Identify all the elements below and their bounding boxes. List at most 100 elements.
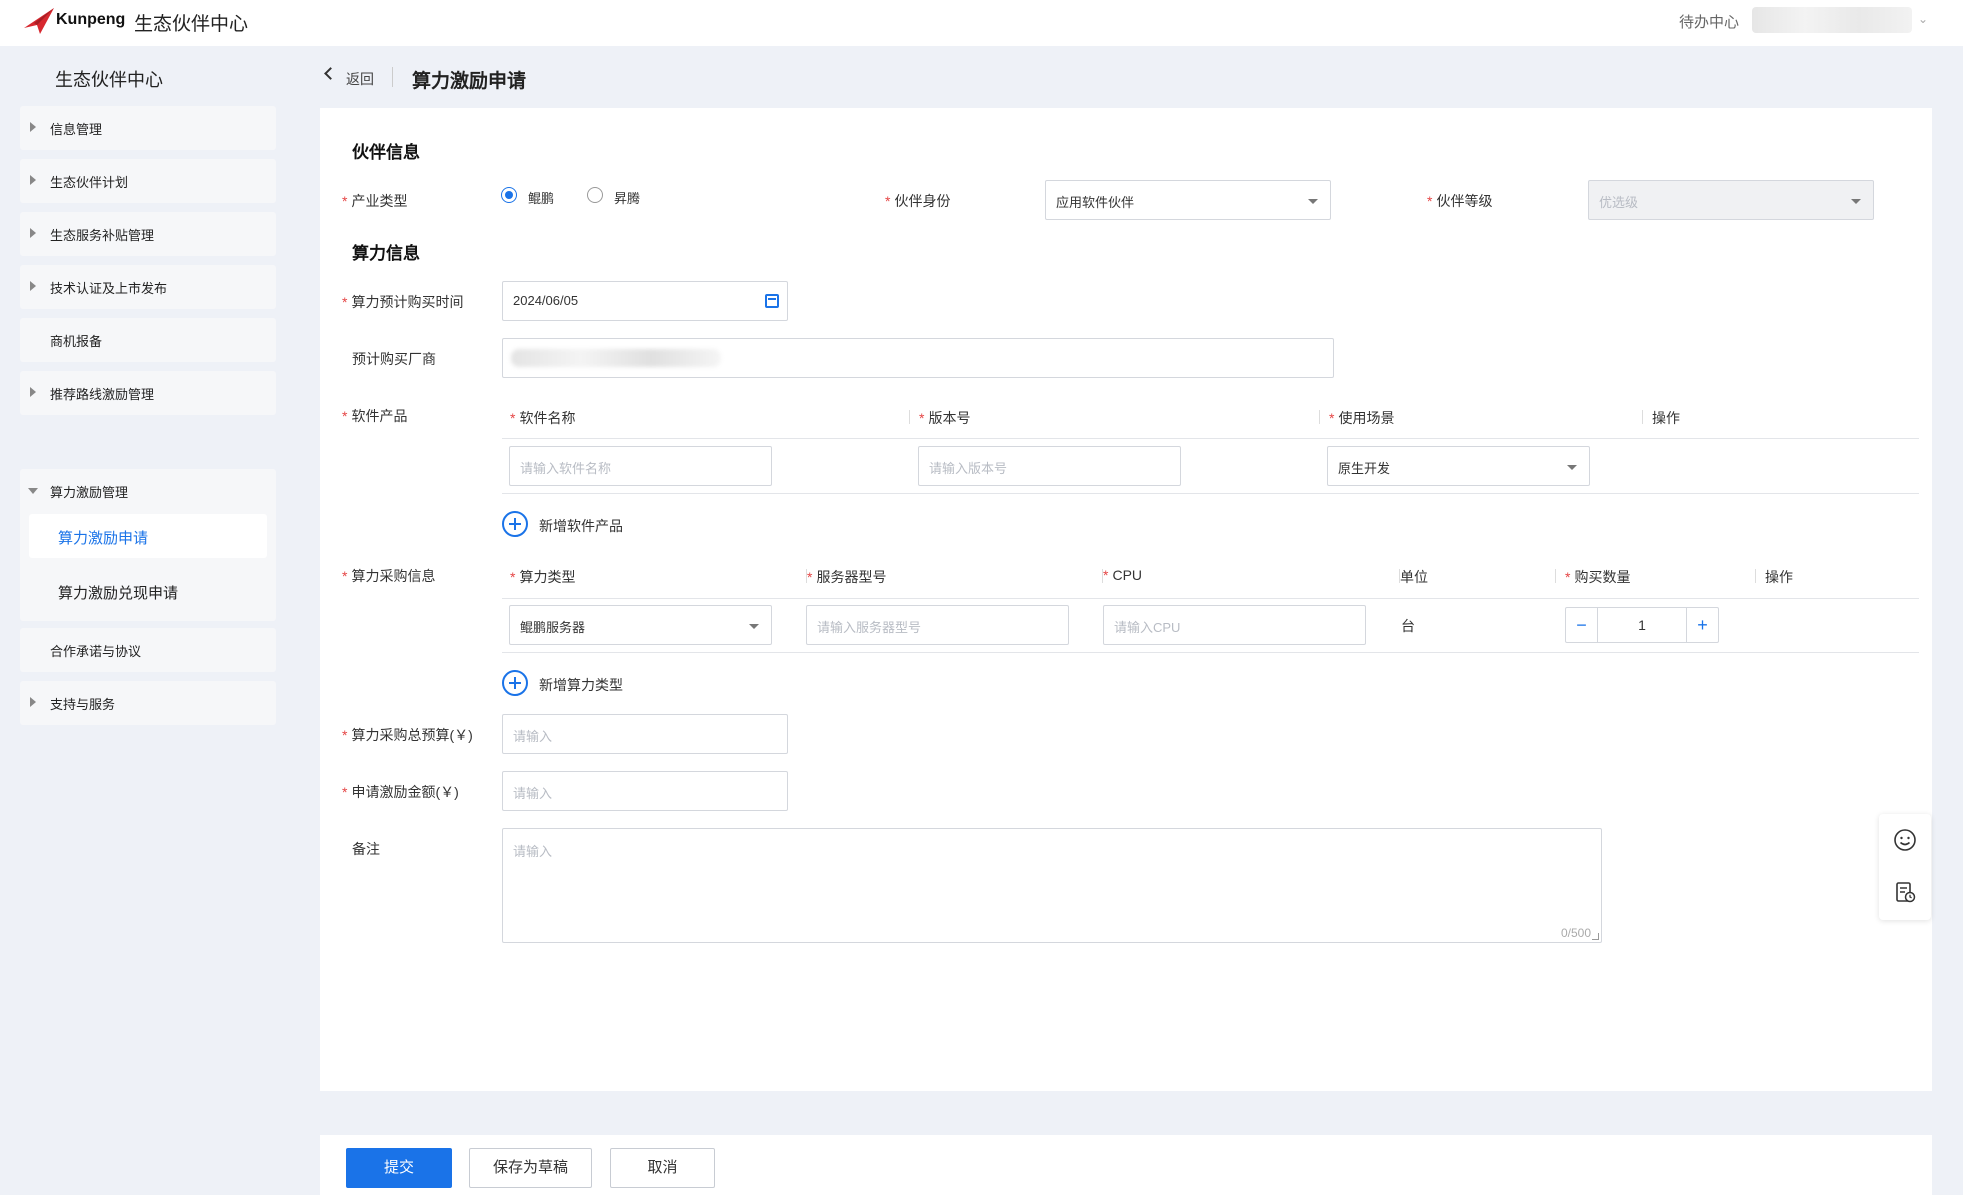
select-value: 鲲鹏服务器: [520, 620, 586, 635]
column-divider: [1755, 569, 1756, 583]
partner-identity-label: * 伙伴身份: [885, 191, 950, 211]
sidebar-item-agreements[interactable]: 合作承诺与协议: [20, 628, 276, 672]
industry-radio-ascend-label[interactable]: 昇腾: [614, 188, 640, 207]
placeholder: 请输入软件名称: [520, 461, 612, 476]
partner-identity-select[interactable]: 应用软件伙伴: [1045, 180, 1331, 220]
app-title[interactable]: 生态伙伴中心: [134, 9, 248, 36]
sidebar-item-subsidy-management[interactable]: 生态服务补贴管理: [20, 212, 276, 256]
placeholder: 请输入服务器型号: [817, 620, 922, 635]
column-header: 算力类型: [519, 569, 576, 585]
save-draft-button[interactable]: 保存为草稿: [469, 1148, 592, 1188]
caret-down-icon: [1308, 199, 1318, 204]
select-value: 原生开发: [1338, 461, 1391, 476]
sidebar-subitem-compute-incentive-apply[interactable]: 算力激励申请: [29, 514, 267, 558]
chevron-left-icon[interactable]: [324, 67, 337, 80]
label-text: 算力采购总预算(￥): [351, 727, 473, 743]
kunpeng-logo-icon[interactable]: [22, 4, 56, 38]
industry-radio-kunpeng[interactable]: [501, 187, 517, 203]
table-divider: [502, 652, 1919, 653]
sidebar: 生态伙伴中心 信息管理 生态伙伴计划 生态服务补贴管理 技术认证及上市发布 商机…: [0, 46, 296, 1195]
partner-level-label: * 伙伴等级: [1427, 191, 1492, 211]
calendar-icon[interactable]: [765, 294, 779, 308]
sidebar-group-compute-incentive: 算力激励管理 算力激励申请 算力激励兑现申请: [20, 469, 276, 621]
smiley-icon[interactable]: [1893, 828, 1917, 852]
usage-scene-select[interactable]: 原生开发: [1327, 446, 1590, 486]
todo-center-link[interactable]: 待办中心: [1679, 11, 1739, 32]
remark-label: 备注: [352, 841, 380, 857]
software-product-label: * 软件产品: [342, 406, 407, 426]
column-header: 软件名称: [519, 410, 576, 426]
server-model-input[interactable]: 请输入服务器型号: [806, 605, 1069, 645]
minus-icon[interactable]: −: [1566, 608, 1598, 642]
sidebar-item-label: 支持与服务: [50, 697, 116, 712]
sidebar-subitem-label: 算力激励申请: [58, 530, 149, 547]
sidebar-item-tech-certification[interactable]: 技术认证及上市发布: [20, 265, 276, 309]
software-name-input[interactable]: 请输入软件名称: [509, 446, 772, 486]
cpu-input[interactable]: 请输入CPU: [1103, 605, 1366, 645]
sidebar-item-label[interactable]: 算力激励管理: [50, 482, 128, 501]
column-header: 服务器型号: [816, 569, 887, 585]
submit-button[interactable]: 提交: [346, 1148, 452, 1188]
sidebar-item-label: 商机报备: [50, 334, 103, 349]
clipboard-clock-icon[interactable]: [1893, 880, 1917, 904]
industry-radio-kunpeng-label[interactable]: 鲲鹏: [528, 188, 554, 207]
label-text: 伙伴身份: [894, 193, 951, 209]
budget-input[interactable]: 请输入: [502, 714, 788, 754]
quantity-stepper[interactable]: − 1 +: [1565, 607, 1719, 643]
quantity-value[interactable]: 1: [1598, 617, 1686, 633]
label-text: 软件产品: [351, 408, 408, 424]
required-mark: *: [1329, 410, 1335, 426]
required-mark: *: [342, 568, 348, 584]
plus-circle-icon: [502, 670, 528, 696]
sidebar-item-route-incentive[interactable]: 推荐路线激励管理: [20, 371, 276, 415]
required-mark: *: [342, 294, 348, 310]
partner-level-select: 优选级: [1588, 180, 1874, 220]
version-input[interactable]: 请输入版本号: [918, 446, 1181, 486]
col-server-model: * 服务器型号: [807, 567, 886, 587]
vendor-input[interactable]: [502, 338, 1334, 378]
placeholder: 请输入CPU: [1114, 620, 1181, 635]
add-compute-type-button[interactable]: 新增算力类型: [502, 669, 642, 697]
sidebar-item-opportunity-report[interactable]: 商机报备: [20, 318, 276, 362]
industry-radio-ascend[interactable]: [587, 187, 603, 203]
placeholder: 请输入: [513, 844, 553, 859]
sidebar-item-partner-plan[interactable]: 生态伙伴计划: [20, 159, 276, 203]
floating-help-panel: [1879, 814, 1931, 920]
caret-down-icon[interactable]: [28, 488, 38, 494]
sidebar-item-label: 信息管理: [50, 122, 103, 137]
sidebar-item-label: 生态服务补贴管理: [50, 228, 155, 243]
sidebar-item-support[interactable]: 支持与服务: [20, 681, 276, 725]
label-text: 产业类型: [351, 193, 408, 209]
required-mark: *: [919, 410, 925, 426]
brand-name[interactable]: Kunpeng: [56, 11, 125, 29]
add-compute-type-label: 新增算力类型: [539, 677, 623, 693]
resize-handle[interactable]: [1592, 933, 1599, 940]
compute-type-select[interactable]: 鲲鹏服务器: [509, 605, 772, 645]
col-cpu: * CPU: [1103, 567, 1142, 583]
sidebar-subitem-compute-incentive-redeem[interactable]: 算力激励兑现申请: [58, 582, 178, 603]
incentive-amount-input[interactable]: 请输入: [502, 771, 788, 811]
required-mark: *: [1103, 567, 1109, 583]
add-software-button[interactable]: 新增软件产品: [502, 510, 642, 538]
col-software-name: * 软件名称: [510, 408, 575, 428]
chevron-down-icon[interactable]: ⌄: [1918, 12, 1928, 26]
sidebar-item-label: 合作承诺与协议: [50, 644, 142, 659]
remark-textarea[interactable]: 请输入 0/500: [502, 828, 1602, 943]
top-bar: Kunpeng 生态伙伴中心 待办中心 ⌄: [0, 0, 1963, 46]
user-account-menu[interactable]: [1752, 7, 1912, 33]
caret-right-icon: [30, 175, 36, 185]
sidebar-item-label: 生态伙伴计划: [50, 175, 129, 190]
purchase-time-datepicker[interactable]: 2024/06/05: [502, 281, 788, 321]
placeholder: 请输入版本号: [929, 461, 1008, 476]
select-value: 应用软件伙伴: [1056, 195, 1135, 210]
column-header: CPU: [1112, 567, 1143, 583]
budget-label: * 算力采购总预算(￥): [342, 725, 473, 745]
table-divider: [502, 598, 1919, 599]
placeholder: 请输入: [513, 786, 553, 801]
back-link[interactable]: 返回: [346, 69, 374, 89]
plus-icon[interactable]: +: [1686, 608, 1718, 642]
cancel-button[interactable]: 取消: [610, 1148, 715, 1188]
required-mark: *: [342, 193, 348, 209]
vendor-label: 预计购买厂商: [352, 351, 436, 367]
sidebar-item-info-management[interactable]: 信息管理: [20, 106, 276, 150]
